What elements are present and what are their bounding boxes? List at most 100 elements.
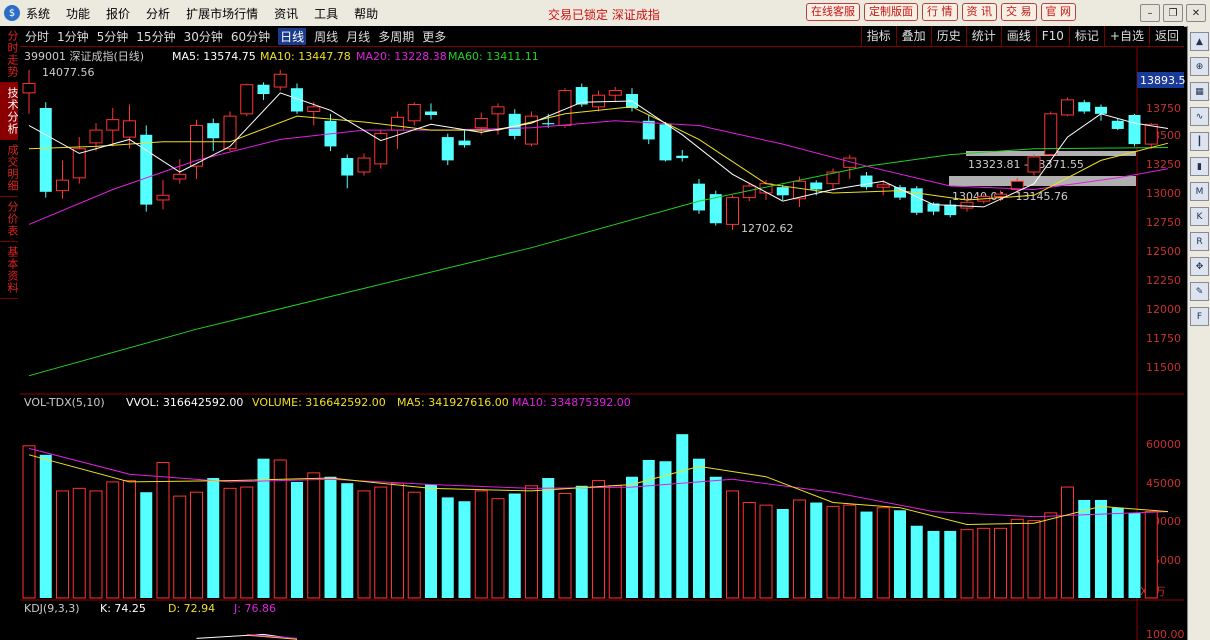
candle-body (1027, 156, 1041, 173)
candlestick (910, 185, 923, 216)
candle-body (726, 197, 739, 225)
volume-bar (123, 480, 136, 599)
move-icon[interactable]: ✥ (1190, 257, 1209, 276)
kdj-icon[interactable]: K (1190, 207, 1209, 226)
candlestick (1027, 154, 1041, 176)
volume-bar (1061, 486, 1074, 599)
pencil-icon[interactable]: ✎ (1190, 282, 1209, 301)
candlestick (1128, 113, 1141, 147)
volume-bar (491, 498, 505, 599)
candle-body (592, 94, 605, 108)
volume-bar (726, 490, 739, 599)
high-price-marker: 14077.56 (42, 66, 95, 79)
candle-body (207, 123, 220, 139)
vol-ma5-label: MA5: 341927616.00 (397, 396, 509, 409)
volume-bar (240, 486, 254, 599)
y-tick-13000: 13000 (1146, 187, 1181, 200)
candlestick (374, 130, 388, 169)
volume-bar (374, 486, 388, 599)
ma-icon[interactable]: ∿ (1190, 107, 1209, 126)
volume-label: VOLUME: 316642592.00 (252, 396, 386, 409)
main-chart-title: 399001 深证成指(日线) (24, 49, 144, 63)
volume-bar (89, 490, 103, 599)
volume-bar (525, 485, 538, 599)
candle-body (223, 115, 237, 150)
candlestick (223, 111, 237, 152)
candle-body (776, 187, 789, 196)
volume-bar (776, 508, 789, 598)
candlestick (693, 179, 705, 214)
volume-bar (626, 476, 638, 598)
candle-body (960, 201, 974, 209)
volume-bar (592, 480, 605, 599)
volume-bar (341, 483, 354, 598)
volume-bar (190, 491, 203, 599)
volume-bar (826, 505, 840, 599)
volume-bar (960, 529, 974, 599)
candle-body (676, 155, 689, 159)
volume-bar (357, 490, 371, 599)
volume-bar (223, 487, 237, 599)
volume-bar (608, 485, 622, 599)
candlestick (659, 121, 672, 162)
volume-bar (22, 445, 36, 599)
volume-bar (793, 499, 806, 599)
candlestick (441, 133, 454, 166)
volume-bar (860, 511, 873, 598)
ma20-label: MA20: 13228.38 (356, 50, 447, 63)
candle-body (491, 106, 505, 115)
volume-bar (542, 478, 555, 598)
kdj-d-label: D: 72.94 (168, 602, 215, 615)
volume-icon[interactable]: ▮ (1190, 157, 1209, 176)
close-icon[interactable]: ✕ (1186, 4, 1206, 22)
volume-bar (458, 501, 471, 598)
chart-area[interactable]: 399001 深证成指(日线) MA5: 13574.75 MA10: 1344… (0, 0, 1186, 640)
candle-body (659, 124, 672, 161)
vol-ma10-label: MA10: 334875392.00 (512, 396, 631, 409)
candlestick (39, 102, 52, 198)
vol-tick-60000: 60000 (1146, 438, 1181, 451)
scroll-up-icon[interactable]: ▲ (1190, 32, 1209, 51)
fs-icon[interactable]: F (1190, 307, 1209, 326)
candle-body (140, 134, 153, 205)
y-tick-11750: 11750 (1146, 332, 1181, 345)
candle-body (89, 129, 103, 144)
volume-bar (39, 454, 52, 598)
volume-bar (1111, 507, 1124, 598)
volume-bar (944, 530, 957, 598)
candlestick (140, 125, 153, 212)
candle-body (391, 116, 404, 131)
volume-bar (977, 527, 991, 599)
candle-body (273, 73, 287, 88)
volume-bar (140, 492, 153, 598)
candle-icon[interactable]: ┃ (1190, 132, 1209, 151)
macd-icon[interactable]: M (1190, 182, 1209, 201)
y-tick-12250: 12250 (1146, 274, 1181, 287)
candlestick (240, 83, 254, 117)
candlestick (1061, 97, 1074, 117)
candle-body (425, 111, 437, 115)
volume-bar (1027, 520, 1041, 599)
volume-bar (307, 472, 321, 599)
zoom-icon[interactable]: ⊕ (1190, 57, 1209, 76)
candle-body (693, 183, 705, 211)
candle-body (542, 123, 555, 125)
volume-bar (156, 462, 170, 599)
volume-bar (910, 525, 923, 598)
rsi-icon[interactable]: R (1190, 232, 1209, 251)
y-tick-11500: 11500 (1146, 361, 1181, 374)
volume-bar (508, 493, 521, 598)
volume-bar (876, 507, 890, 599)
candle-body (441, 137, 454, 161)
candle-body (558, 90, 572, 126)
volume-bar (843, 504, 857, 599)
candle-body (357, 157, 371, 173)
volume-bar (927, 530, 940, 598)
grid-icon[interactable]: ▦ (1190, 82, 1209, 101)
candle-body (525, 115, 538, 145)
volume-bar (173, 495, 187, 599)
candle-body (22, 83, 36, 94)
vvol-label: VVOL: 316642592.00 (126, 396, 243, 409)
volume-bar (1044, 512, 1058, 599)
volume-bar (894, 510, 906, 598)
